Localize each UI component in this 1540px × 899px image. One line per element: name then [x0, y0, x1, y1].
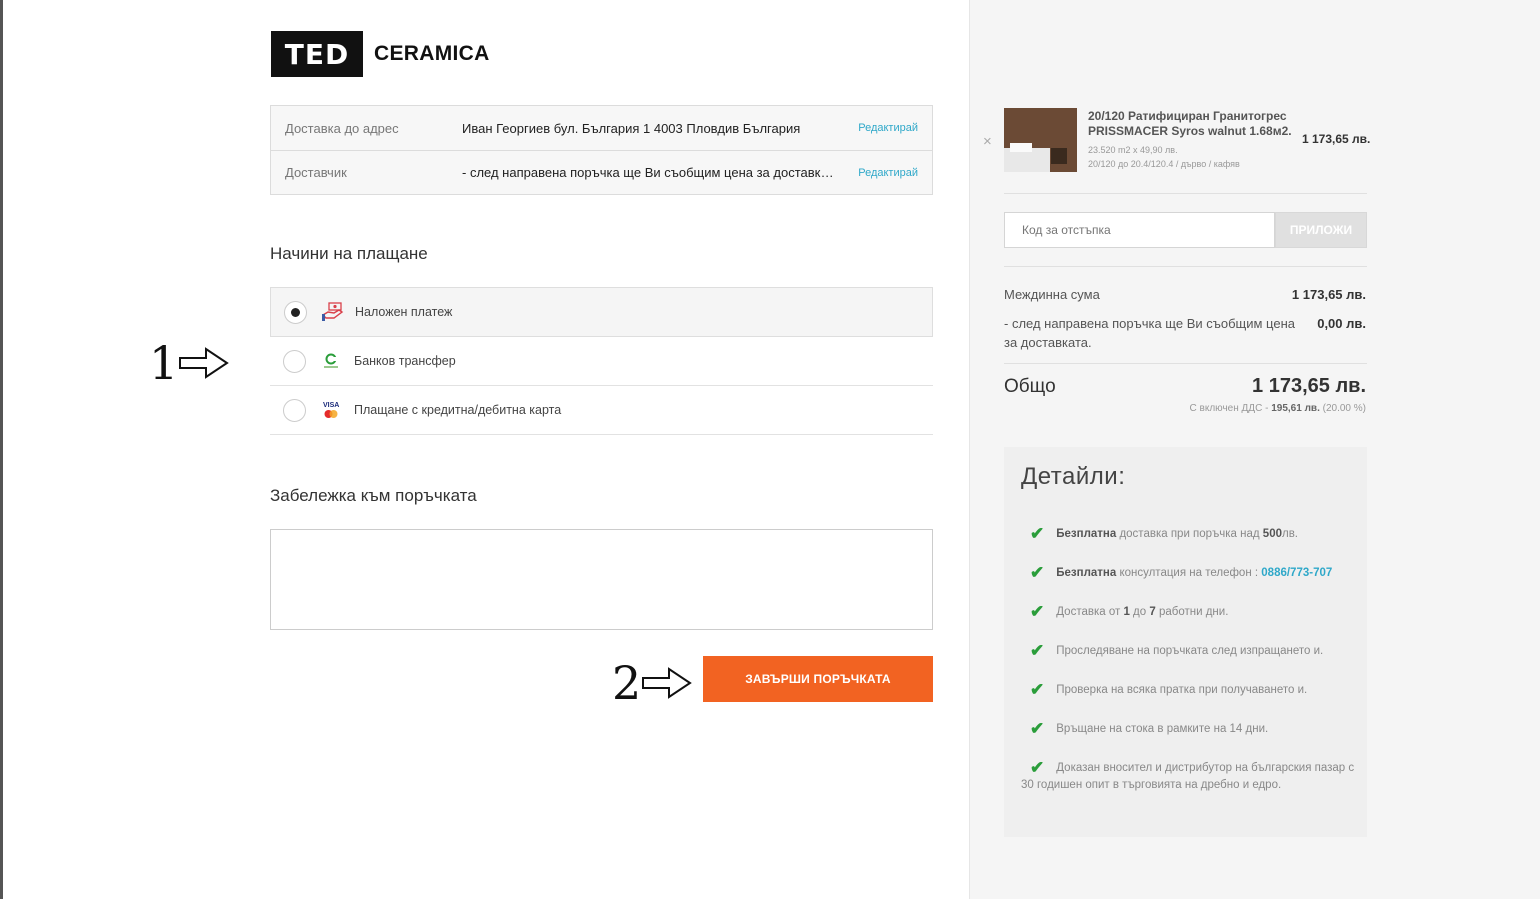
check-icon: ✔	[1030, 680, 1045, 699]
logo-mark: TED	[271, 31, 363, 77]
logo-text: CERAMICA	[374, 42, 490, 65]
radio-card[interactable]	[283, 398, 306, 422]
payment-option-bank[interactable]: Банков трансфер	[270, 337, 933, 386]
detail-item: ✔ Доказан вносител и дистрибутор на бълга…	[1021, 759, 1356, 794]
edit-carrier-link[interactable]: Редактирай	[858, 167, 918, 179]
product-price: 1 173,65 лв.	[1302, 132, 1371, 146]
shipping-cost-label: - след направена поръчка ще Ви съобщим ц…	[1004, 316, 1295, 350]
product-attributes: 20/120 до 20.4/120.4 / дърво / кафяв	[1088, 159, 1240, 169]
shipping-address-label: Доставка до адрес	[285, 120, 399, 136]
check-icon: ✔	[1030, 602, 1045, 621]
phone-link[interactable]: 0886/773-707	[1261, 567, 1332, 579]
order-note-title: Забележка към поръчката	[270, 486, 477, 505]
check-icon: ✔	[1030, 719, 1045, 738]
product-name[interactable]: 20/120 Ратифициран Гранитогрес PRISSMACE…	[1088, 109, 1308, 139]
radio-cod[interactable]	[284, 300, 307, 324]
svg-text:VISA: VISA	[323, 402, 339, 409]
order-summary: × 20/120 Ратифициран Гранитогрес PRISSMA…	[969, 0, 1540, 899]
vat-prefix: С включен ДДС -	[1189, 403, 1269, 414]
cash-hand-icon	[319, 301, 345, 323]
payment-option-cod[interactable]: Наложен платеж	[270, 287, 933, 337]
payment-option-card[interactable]: VISA Плащане с кредитна/дебитна карта	[270, 386, 933, 435]
detail-text: работни дни.	[1155, 606, 1229, 618]
order-note-input[interactable]	[270, 529, 933, 630]
details-box: Детайли: ✔ Безплатна доставка при поръчка…	[1004, 447, 1367, 837]
vat-percent: (20.00 %)	[1322, 403, 1366, 414]
check-icon: ✔	[1030, 524, 1045, 543]
shipping-summary: Доставка до адрес Иван Георгиев бул. Бъл…	[270, 105, 933, 195]
brand-logo[interactable]: TED CERAMICA	[271, 31, 490, 77]
total-label: Общо	[1004, 376, 1056, 397]
subtotal-value: 1 173,65 лв.	[1291, 287, 1366, 302]
detail-item: ✔ Безплатна консултация на телефон : 0886…	[1021, 564, 1356, 582]
payment-methods-title: Начини на плащане	[270, 244, 428, 263]
annotation-2: 2	[612, 656, 693, 710]
detail-item: ✔ Проследяване на поръчката след изпращан…	[1021, 642, 1356, 660]
vat-amount: 195,61 лв.	[1271, 403, 1320, 414]
complete-order-button[interactable]: ЗАВЪРШИ ПОРЪЧКАТА	[703, 656, 933, 702]
detail-bold: Безплатна	[1056, 528, 1117, 540]
annotation-arrow-icon	[642, 667, 693, 699]
detail-text: лв.	[1281, 528, 1298, 540]
detail-text: Доставка от	[1056, 606, 1124, 618]
payment-option-bank-label: Банков трансфер	[354, 354, 456, 368]
divider	[1004, 363, 1367, 364]
coupon-input[interactable]	[1004, 212, 1275, 248]
detail-item: ✔ Проверка на всяка пратка при получаване…	[1021, 681, 1356, 699]
shipping-address-row: Доставка до адрес Иван Георгиев бул. Бъл…	[271, 106, 932, 150]
remove-item-icon[interactable]: ×	[983, 133, 992, 150]
payment-option-card-label: Плащане с кредитна/дебитна карта	[354, 403, 562, 417]
check-icon: ✔	[1030, 641, 1045, 660]
shipping-address-value: Иван Георгиев бул. България 1 4003 Пловд…	[462, 120, 801, 136]
detail-text: до	[1129, 606, 1150, 618]
apply-coupon-button[interactable]: ПРИЛОЖИ	[1275, 212, 1367, 248]
thumb-stand-shape	[1051, 148, 1067, 164]
detail-item: ✔ Доставка от 1 до 7 работни дни.	[1021, 603, 1356, 621]
product-thumbnail[interactable]	[1004, 108, 1077, 172]
detail-text: Връщане на стока в рамките на 14 дни.	[1056, 723, 1269, 735]
details-title: Детайли:	[1021, 463, 1126, 490]
payment-methods-list: Наложен платеж Банков трансфер VISA Плащ…	[270, 287, 933, 435]
subtotal-label: Междинна сума	[1004, 287, 1100, 302]
detail-bold: Безплатна	[1056, 567, 1117, 579]
divider	[1004, 193, 1367, 194]
carrier-label: Доставчик	[285, 165, 347, 180]
radio-bank[interactable]	[283, 349, 306, 373]
annotation-2-number: 2	[612, 656, 642, 710]
detail-text: Проследяване на поръчката след изпращане…	[1056, 645, 1324, 657]
check-icon: ✔	[1030, 563, 1045, 582]
edit-address-link[interactable]: Редактирай	[858, 122, 918, 134]
detail-item: ✔ Връщане на стока в рамките на 14 дни.	[1021, 720, 1356, 738]
annotation-1-number: 1	[149, 336, 179, 390]
detail-text: Проверка на всяка пратка при получаванет…	[1056, 684, 1308, 696]
divider	[1004, 266, 1367, 267]
payment-option-cod-label: Наложен платеж	[355, 305, 453, 319]
thumb-pillow-shape	[1010, 143, 1032, 152]
shipping-cost-value: 0,00 лв.	[1317, 316, 1366, 331]
total-value: 1 173,65 лв.	[1252, 375, 1366, 397]
annotation-arrow-icon	[179, 347, 230, 379]
shipping-carrier-row: Доставчик - след направена поръчка ще Ви…	[271, 150, 932, 194]
check-icon: ✔	[1030, 758, 1045, 777]
carrier-value: - след направена поръчка ще Ви съобщим ц…	[462, 165, 918, 180]
detail-text: консултация на телефон :	[1116, 567, 1262, 579]
vat-line: С включен ДДС - 195,61 лв. (20.00 %)	[1190, 403, 1366, 414]
annotation-1: 1	[149, 336, 230, 390]
product-qty: 23.520 m2 x 49,90 лв.	[1088, 145, 1178, 155]
radio-selected-dot	[291, 307, 300, 317]
detail-item: ✔ Безплатна доставка при поръчка над 500л…	[1021, 525, 1356, 543]
credit-card-icon: VISA	[318, 399, 344, 421]
detail-text: доставка при поръчка над	[1116, 528, 1263, 540]
bank-icon	[318, 350, 344, 372]
detail-text: Доказан вносител и дистрибутор на българ…	[1021, 762, 1355, 791]
detail-bold: 500	[1262, 528, 1282, 540]
